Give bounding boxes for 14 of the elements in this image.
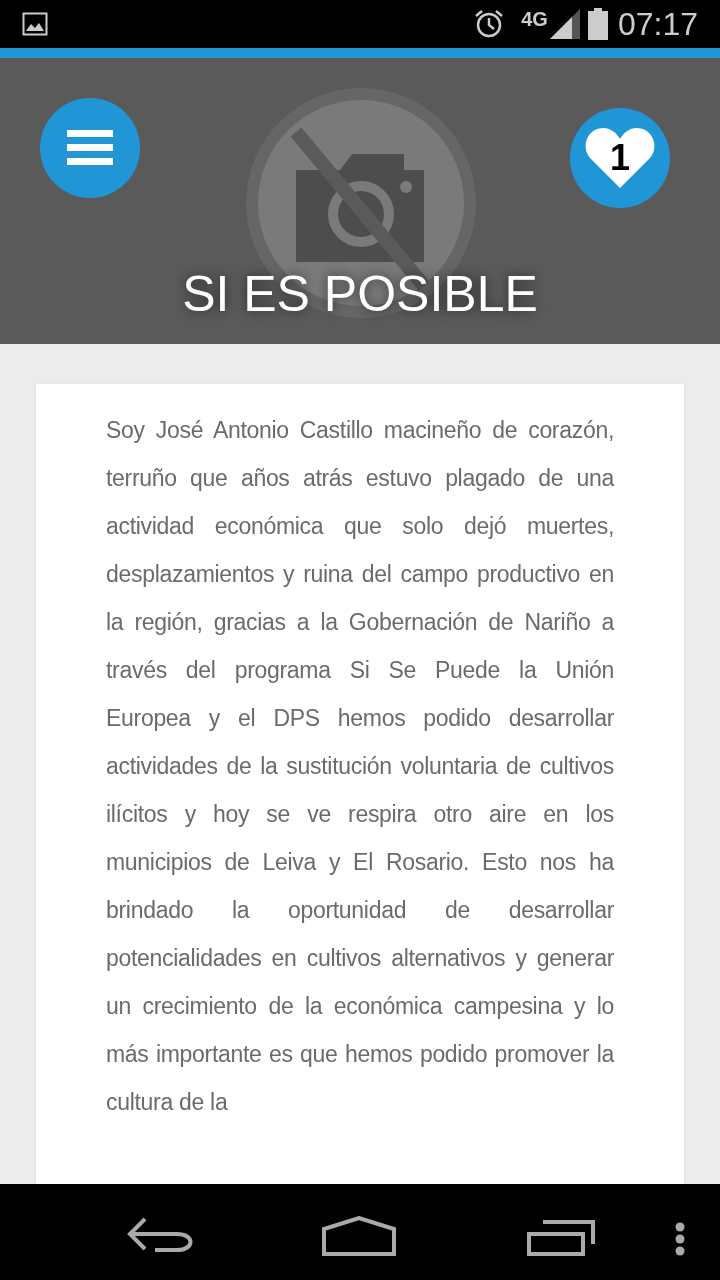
recent-apps-icon[interactable]: [527, 1220, 597, 1256]
image-notification-icon: [22, 12, 48, 36]
home-icon[interactable]: [322, 1216, 396, 1256]
menu-icon: [67, 130, 113, 166]
battery-icon: [587, 8, 608, 40]
favorites-button[interactable]: 1: [570, 108, 670, 208]
clock-time: 07:17: [617, 5, 698, 44]
article-text: Soy José Antonio Castillo macineño de corazón, terruño que años atrás estuvo plagado de una actividad económica que solo dejó muertes, desplazamientos y ruina del campo productivo en la región, gracias a la Gobernación de Nariño a través del programa Si Se Puede la Unión Europea y el DPS hemos podido desarrollar actividades de la sustitución voluntaria de cultivos ilícitos y hoy se ve respira otro aire en los municipios de Leiva y El Rosario. Esto nos ha brindado la oportunidad de desarrollar potencialidades en cultivos alternativos y generar un crecimiento de la económica campesina y lo más importante es que hemos podido promover la cultura de la: [106, 416, 614, 1117]
more-options-icon[interactable]: [674, 1222, 686, 1256]
back-icon[interactable]: [125, 1217, 193, 1253]
favorites-count: 1: [610, 140, 630, 176]
page-title: SI ES POSIBLE: [182, 265, 538, 324]
network-type: 4G: [521, 7, 548, 32]
heart-icon: [584, 126, 656, 190]
